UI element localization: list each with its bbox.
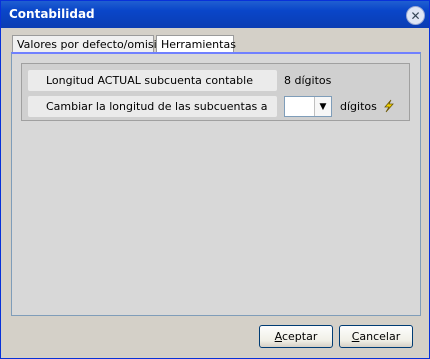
tab-default-values[interactable]: Valores por defecto/omisión [12, 35, 170, 53]
current-length-value: 8 dígitos [284, 74, 332, 87]
accept-button[interactable]: Aceptar [259, 325, 333, 348]
change-length-label: Cambiar la longitud de las subcuentas a [28, 96, 277, 117]
dialog-body: Valores por defecto/omisión Herramientas… [1, 28, 429, 358]
title-bar[interactable]: Contabilidad ✕ [1, 1, 429, 28]
tab-tools[interactable]: Herramientas [156, 35, 236, 53]
dialog-window: Contabilidad ✕ Valores por defecto/omisi… [0, 0, 430, 359]
current-length-label: Longitud ACTUAL subcuenta contable [28, 70, 277, 91]
close-button[interactable]: ✕ [406, 6, 425, 25]
lightning-icon[interactable] [382, 99, 396, 113]
close-icon: ✕ [410, 8, 421, 23]
subaccount-length-group: Longitud ACTUAL subcuenta contable 8 díg… [21, 63, 410, 121]
change-length-unit: dígitos [340, 100, 377, 113]
length-select[interactable]: ▼ [284, 96, 332, 117]
cancel-button[interactable]: Cancelar [339, 325, 413, 348]
chevron-down-icon[interactable]: ▼ [314, 97, 331, 116]
window-title: Contabilidad [9, 7, 95, 21]
tools-panel: Longitud ACTUAL subcuenta contable 8 díg… [11, 52, 421, 316]
